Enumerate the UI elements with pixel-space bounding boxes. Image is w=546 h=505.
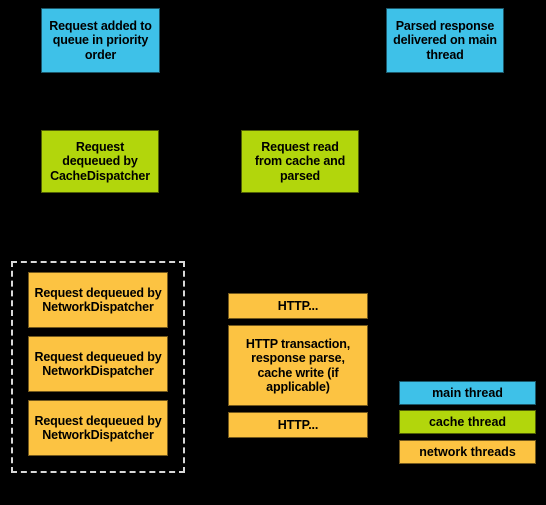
node-request-dequeued-by-cachedispatcher[interactable]: Request dequeued by CacheDispatcher bbox=[41, 130, 159, 193]
node-label: Request dequeued by NetworkDispatcher bbox=[34, 349, 162, 379]
node-label: Request read from cache and parsed bbox=[254, 139, 346, 183]
legend-item-label: main thread bbox=[432, 386, 503, 400]
node-request-added-to-queue[interactable]: Request added to queue in priority order bbox=[41, 8, 160, 73]
node-parsed-response-delivered[interactable]: Parsed response delivered on main thread bbox=[386, 8, 504, 73]
node-network-dispatcher-2[interactable]: Request dequeued by NetworkDispatcher bbox=[28, 336, 168, 392]
legend-item-network-threads: network threads bbox=[399, 440, 536, 464]
node-label: HTTP... bbox=[277, 298, 319, 313]
node-label: Request dequeued by NetworkDispatcher bbox=[34, 413, 162, 443]
node-network-dispatcher-3[interactable]: Request dequeued by NetworkDispatcher bbox=[28, 400, 168, 456]
node-http-bottom[interactable]: HTTP... bbox=[228, 412, 368, 438]
node-label: Parsed response delivered on main thread bbox=[393, 18, 497, 62]
node-http-transaction[interactable]: HTTP transaction, response parse, cache … bbox=[228, 325, 368, 406]
node-request-read-from-cache[interactable]: Request read from cache and parsed bbox=[241, 130, 359, 193]
node-label: Request dequeued by CacheDispatcher bbox=[50, 139, 150, 183]
node-label: HTTP... bbox=[277, 417, 319, 432]
node-label: Request dequeued by NetworkDispatcher bbox=[34, 285, 162, 315]
node-label: Request added to queue in priority order bbox=[49, 18, 152, 62]
legend-item-label: network threads bbox=[419, 445, 516, 459]
legend-item-label: cache thread bbox=[428, 415, 507, 429]
node-http-top[interactable]: HTTP... bbox=[228, 293, 368, 319]
diagram-canvas: Request added to queue in priority order… bbox=[0, 0, 546, 505]
legend-item-cache-thread: cache thread bbox=[399, 410, 536, 434]
node-network-dispatcher-1[interactable]: Request dequeued by NetworkDispatcher bbox=[28, 272, 168, 328]
node-label: HTTP transaction, response parse, cache … bbox=[245, 336, 351, 395]
legend-item-main-thread: main thread bbox=[399, 381, 536, 405]
